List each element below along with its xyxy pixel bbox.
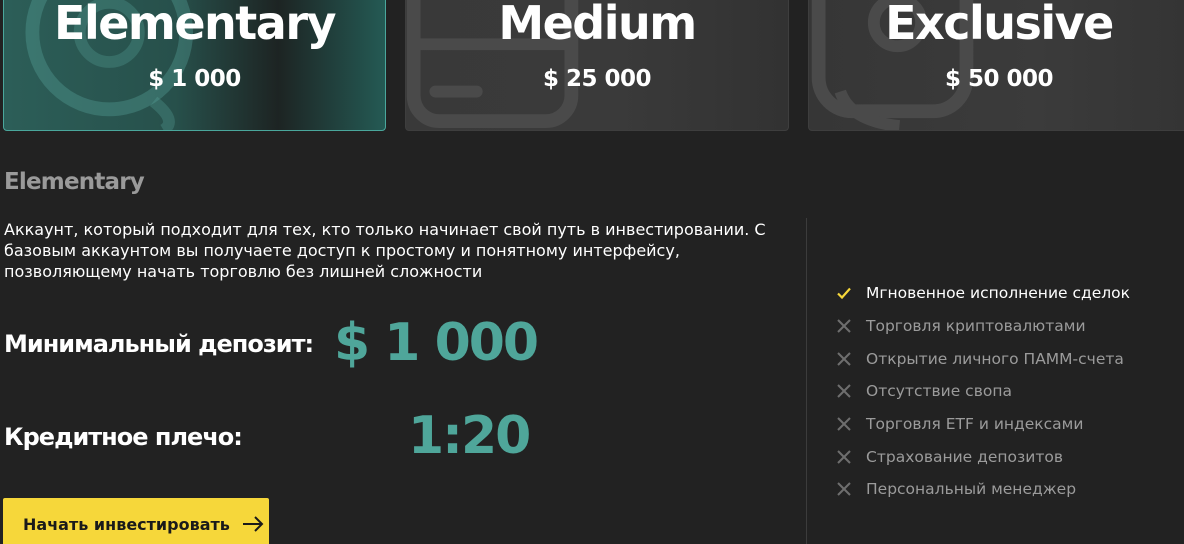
plan-price: $ 1 000 <box>148 66 241 92</box>
feature-label: Торговля криптовалютами <box>866 317 1086 336</box>
cross-icon <box>837 319 851 333</box>
plan-price: $ 25 000 <box>542 66 652 92</box>
plan-card-exclusive[interactable]: Exclusive $ 50 000 <box>808 0 1184 131</box>
cross-icon <box>837 482 851 497</box>
plan-name: Exclusive <box>885 0 1114 50</box>
arrow-right-icon <box>242 516 264 532</box>
leverage-value: 1:20 <box>408 406 531 466</box>
min-deposit-value: $ 1 000 <box>334 313 539 373</box>
feature-list: Мгновенное исполнение сделок Торговля кр… <box>836 277 1130 506</box>
description-line: базовым аккаунтом вы получаете доступ к … <box>4 241 680 260</box>
plan-card-elementary[interactable]: Elementary $ 1 000 <box>3 0 386 131</box>
plan-detail-title: Elementary <box>4 169 145 195</box>
cross-icon <box>837 352 851 366</box>
feature-item: Страхование депозитов <box>836 440 1130 473</box>
feature-item: Отсутствие свопа <box>836 375 1130 408</box>
description-line: позволяющему начать торговлю без лишней … <box>4 262 483 281</box>
feature-label: Открытие личного ПАММ-счета <box>866 349 1124 368</box>
feature-item: Торговля криптовалютами <box>836 310 1130 343</box>
feature-item: Персональный менеджер <box>836 473 1130 506</box>
plan-name: Medium <box>498 0 697 50</box>
feature-label: Торговля ETF и индексами <box>866 415 1084 434</box>
feature-label: Персональный менеджер <box>866 480 1077 499</box>
plan-price: $ 50 000 <box>944 66 1054 92</box>
leverage-label: Кредитное плечо: <box>4 423 243 451</box>
plan-card-medium[interactable]: Medium $ 25 000 <box>405 0 789 131</box>
check-icon <box>837 288 851 300</box>
feature-label: Мгновенное исполнение сделок <box>866 284 1131 303</box>
plan-name: Elementary <box>54 0 336 50</box>
feature-item: Торговля ETF и индексами <box>836 408 1130 441</box>
cross-icon <box>837 450 851 464</box>
plan-description: Аккаунт, который подходит для тех, кто т… <box>4 219 784 282</box>
feature-label: Отсутствие свопа <box>866 382 1012 401</box>
start-investing-button[interactable]: Начать инвестировать <box>3 498 269 544</box>
feature-label: Страхование депозитов <box>866 447 1063 466</box>
min-deposit-label: Минимальный депозит: <box>4 330 314 358</box>
description-line: Аккаунт, который подходит для тех, кто т… <box>4 220 766 239</box>
pricing-page: Elementary $ 1 000 Medium $ 25 000 Exclu… <box>0 0 1184 544</box>
start-investing-label: Начать инвестировать <box>23 514 230 534</box>
feature-item: Мгновенное исполнение сделок <box>836 277 1130 310</box>
feature-item: Открытие личного ПАММ-счета <box>836 342 1130 375</box>
section-divider <box>806 218 807 544</box>
cross-icon <box>837 417 851 431</box>
cross-icon <box>837 384 851 399</box>
